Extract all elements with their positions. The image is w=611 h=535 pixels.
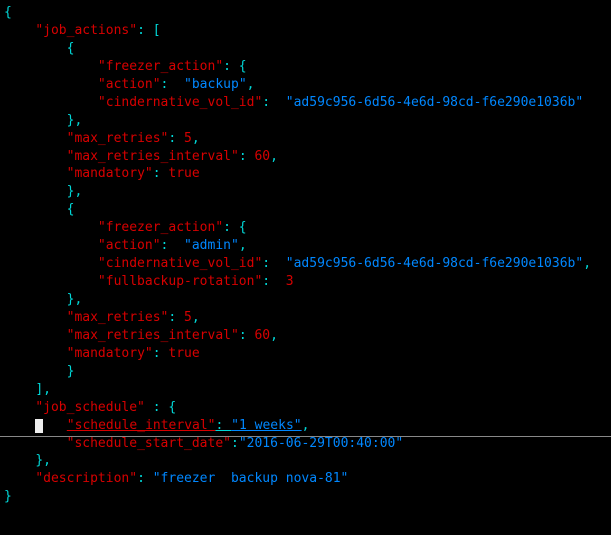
code-line: "freezer_action": {	[4, 219, 611, 237]
code-line: {	[4, 201, 611, 219]
code-line: "mandatory": true	[4, 345, 611, 363]
code-line: }	[4, 488, 611, 506]
code-line: "cindernative_vol_id": "ad59c956-6d56-4e…	[4, 255, 611, 273]
code-line: "fullbackup-rotation": 3	[4, 273, 611, 291]
code-line: "job_actions": [	[4, 22, 611, 40]
code-line: "job_schedule" : {	[4, 399, 611, 417]
code-line: "schedule_start_date":"2016-06-29T00:40:…	[4, 435, 611, 453]
code-line: "schedule_interval": "1 weeks",	[4, 417, 611, 435]
code-line: "action": "backup",	[4, 76, 611, 94]
code-line: },	[4, 112, 611, 130]
code-line: "max_retries_interval": 60,	[4, 327, 611, 345]
code-line: },	[4, 183, 611, 201]
code-line: "action": "admin",	[4, 237, 611, 255]
code-line: "cindernative_vol_id": "ad59c956-6d56-4e…	[4, 94, 611, 112]
text-cursor	[35, 419, 43, 433]
code-line: "freezer_action": {	[4, 58, 611, 76]
code-line: "mandatory": true	[4, 165, 611, 183]
code-line: {	[4, 40, 611, 58]
code-line: }	[4, 363, 611, 381]
code-line: "max_retries_interval": 60,	[4, 148, 611, 166]
code-line: "max_retries": 5,	[4, 309, 611, 327]
code-line: ],	[4, 381, 611, 399]
code-line: "description": "freezer backup nova-81"	[4, 470, 611, 488]
code-line: },	[4, 452, 611, 470]
code-line: {	[4, 4, 611, 22]
code-line: },	[4, 291, 611, 309]
code-block: { "job_actions": [ { "freezer_action": {…	[4, 4, 611, 506]
code-line: "max_retries": 5,	[4, 130, 611, 148]
